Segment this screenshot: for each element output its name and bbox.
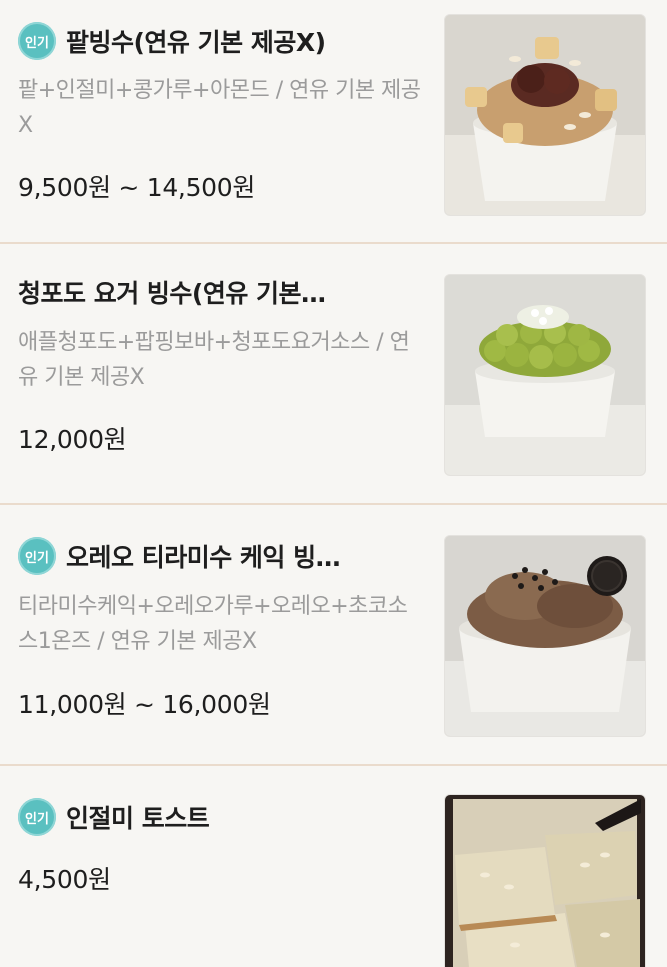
menu-item-patbingsu[interactable]: 인기 팥빙수(연유 기본 제공X) 팥+인절미+콩가루+아몬드 / 연유 기본 … <box>0 0 667 244</box>
item-price: 12,000원 <box>18 425 127 454</box>
popular-badge: 인기 <box>18 798 56 836</box>
popular-badge: 인기 <box>18 537 56 575</box>
red-bean-bingsu-image[interactable] <box>444 14 646 216</box>
item-title-row: 청포도 요거 빙수(연유 기본… <box>18 274 418 310</box>
item-title-row: 인기 오레오 티라미수 케익 빙… <box>18 537 418 575</box>
item-title: 인절미 토스트 <box>66 804 210 833</box>
item-description: 티라미수케익+오레오가루+오레오+초코소스1온즈 / 연유 기본 제공X <box>18 594 408 654</box>
popular-badge: 인기 <box>18 22 56 60</box>
item-title: 청포도 요거 빙수(연유 기본… <box>18 279 326 308</box>
item-title: 오레오 티라미수 케익 빙… <box>66 543 341 572</box>
menu-item-oreo-tiramisu-bingsu[interactable]: 인기 오레오 티라미수 케익 빙… 티라미수케익+오레오가루+오레오+초코소스1… <box>0 505 667 766</box>
item-description: 팥+인절미+콩가루+아몬드 / 연유 기본 제공X <box>18 78 421 138</box>
menu-item-injeolmi-toast[interactable]: 인기 인절미 토스트 4,500원 <box>0 766 667 967</box>
item-price: 4,500원 <box>18 865 111 894</box>
oreo-tiramisu-bingsu-image[interactable] <box>444 535 646 737</box>
green-grape-bingsu-image[interactable] <box>444 274 646 476</box>
injeolmi-toast-image[interactable] <box>444 794 646 967</box>
item-price: 11,000원 ~ 16,000원 <box>18 690 271 719</box>
item-title-row: 인기 팥빙수(연유 기본 제공X) <box>18 22 418 60</box>
item-title-row: 인기 인절미 토스트 <box>18 798 418 836</box>
item-description: 애플청포도+팝핑보바+청포도요거소스 / 연유 기본 제공X <box>18 330 410 390</box>
item-price: 9,500원 ~ 14,500원 <box>18 173 256 202</box>
item-title: 팥빙수(연유 기본 제공X) <box>66 28 326 57</box>
menu-item-grape-yogurt-bingsu[interactable]: 청포도 요거 빙수(연유 기본… 애플청포도+팝핑보바+청포도요거소스 / 연유… <box>0 244 667 505</box>
menu-list: 인기 팥빙수(연유 기본 제공X) 팥+인절미+콩가루+아몬드 / 연유 기본 … <box>0 0 667 967</box>
